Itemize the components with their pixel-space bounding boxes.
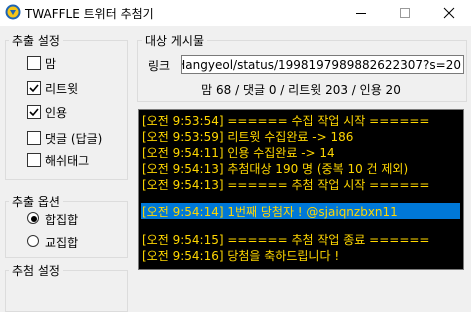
log-output[interactable]: [오전 9:53:54] ====== 수집 작업 시작 ====== [오전 …: [138, 109, 464, 270]
checkmark-icon: [29, 108, 39, 117]
checkbox-label: 리트윗: [45, 82, 79, 96]
log-line: [오전 9:53:54] ====== 수집 작업 시작 ======: [142, 114, 430, 128]
extract-settings-legend: 추출 설정: [9, 32, 63, 49]
radio-button[interactable]: [27, 235, 39, 247]
radio-label: 합집합: [45, 213, 79, 227]
radio-button[interactable]: [27, 212, 39, 224]
checkbox-box[interactable]: [27, 131, 41, 145]
draw-settings-legend: 추첨 설정: [9, 262, 63, 279]
radio-label: 교집합: [45, 236, 79, 250]
log-line: [오전 9:54:13] 추첨대상 190 명 (중복 10 건 제외): [142, 162, 409, 176]
checkbox-label: 해쉬태그: [45, 154, 90, 168]
checkbox-box[interactable]: [27, 105, 41, 119]
log-line: [오전 9:54:16] 당첨을 축하드립니다 !: [142, 249, 340, 263]
close-button[interactable]: [427, 0, 471, 26]
checkbox-label: 댓글 (답글): [45, 132, 103, 146]
window-title: TWAFFLE 트위터 추첨기: [25, 7, 154, 21]
link-label: 링크: [148, 59, 171, 73]
minimize-button[interactable]: [339, 0, 383, 26]
extract-options-legend: 추출 옵션: [9, 193, 63, 210]
app-logo-icon: [5, 4, 21, 20]
checkbox-label: 인용: [45, 106, 68, 120]
maximize-button[interactable]: [383, 0, 427, 26]
log-line: [오전 9:54:11] 인용 수집완료 -> 14: [142, 146, 335, 160]
checkbox-box[interactable]: [27, 56, 41, 70]
checkbox-box[interactable]: [27, 153, 41, 167]
target-post-legend: 대상 게시물: [142, 32, 208, 49]
checkbox-label: 맘: [45, 57, 57, 71]
log-line: [오전 9:54:13] ====== 추첨 작업 시작 ======: [142, 178, 430, 192]
log-line: [오전 9:53:59] 리트윗 수집완료 -> 186: [142, 130, 354, 144]
post-stats: 맘 68 / 댓글 0 / 리트윗 203 / 인용 20: [201, 83, 401, 97]
log-line: [오전 9:54:15] ====== 추첨 작업 종료 ======: [142, 233, 430, 247]
checkbox-box[interactable]: [27, 81, 41, 95]
link-input-value[interactable]: tHangyeol/status/1998197989882622307?s=2…: [182, 58, 461, 72]
title-bar: TWAFFLE 트위터 추첨기: [0, 0, 471, 26]
checkmark-icon: [29, 84, 39, 93]
link-input[interactable]: tHangyeol/status/1998197989882622307?s=2…: [181, 55, 464, 74]
log-line-selected[interactable]: [오전 9:54:14] 1번째 당첨자 ! @sjaiqnzbxn11: [141, 203, 460, 219]
